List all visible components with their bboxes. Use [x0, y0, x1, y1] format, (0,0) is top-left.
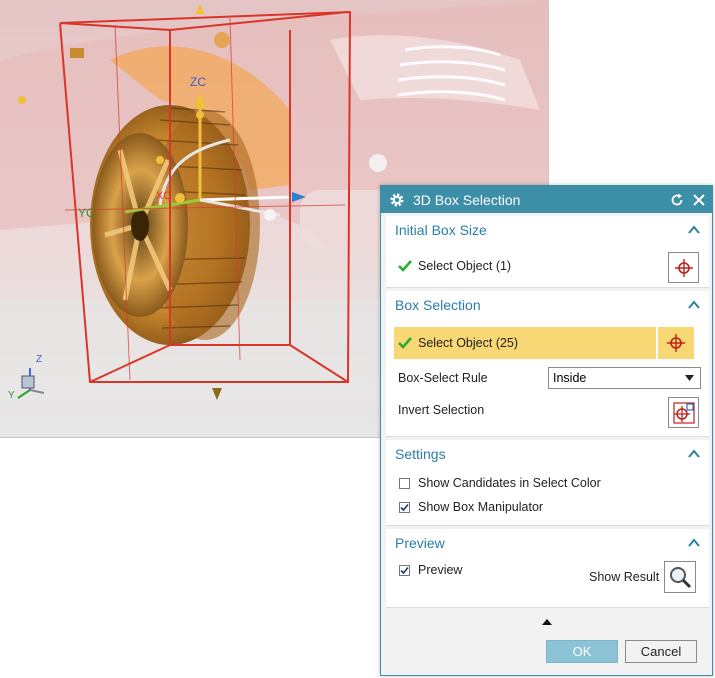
box-select-object-button[interactable]	[658, 327, 694, 359]
preview-title: Preview	[395, 534, 445, 551]
invert-selection-label: Invert Selection	[398, 403, 485, 417]
show-manipulator-row[interactable]: Show Box Manipulator	[394, 500, 543, 514]
preview-header[interactable]: Preview	[386, 529, 709, 556]
settings-header[interactable]: Settings	[386, 440, 709, 467]
box-selection-header[interactable]: Box Selection	[386, 291, 709, 318]
checkmark-icon	[398, 337, 412, 349]
chevron-up-icon	[688, 299, 700, 309]
settings-title: Settings	[395, 445, 446, 462]
initial-box-size-title: Initial Box Size	[395, 221, 487, 238]
chevron-up-icon	[688, 537, 700, 547]
preview-checkbox[interactable]	[399, 564, 410, 576]
invert-selection-icon	[672, 401, 695, 424]
box-select-rule-label: Box-Select Rule	[398, 371, 488, 385]
initial-box-size-header[interactable]: Initial Box Size	[386, 216, 709, 243]
show-result-button[interactable]	[664, 561, 696, 593]
cancel-button[interactable]: Cancel	[625, 640, 697, 663]
chevron-up-icon	[688, 224, 700, 234]
preview-section: Preview Preview Show Result	[386, 529, 709, 608]
close-icon	[693, 193, 705, 206]
initial-select-object-button[interactable]	[668, 252, 699, 283]
initial-box-size-section: Initial Box Size Select Object (1)	[386, 216, 709, 288]
box-selection-dialog: 3D Box Selection Initial Box Size Select…	[380, 185, 713, 676]
triad-y-label: Y	[8, 390, 15, 401]
chevron-up-icon	[688, 448, 700, 458]
box-select-rule-dropdown[interactable]: Inside	[548, 367, 701, 389]
initial-select-object-row[interactable]: Select Object (1)	[394, 251, 694, 281]
xc-axis-label: XC	[156, 190, 172, 202]
ok-button-label: OK	[572, 644, 592, 659]
dropdown-arrow-icon	[685, 375, 694, 381]
yc-axis-label: YC	[78, 206, 95, 220]
show-manipulator-label: Show Box Manipulator	[418, 500, 544, 514]
box-selection-title: Box Selection	[395, 296, 481, 313]
collapse-toggle[interactable]	[381, 616, 712, 628]
preview-row[interactable]: Preview	[394, 563, 462, 577]
checkmark-icon	[398, 260, 412, 272]
checkbox-check-icon	[400, 566, 409, 574]
zc-axis-label: ZC	[190, 75, 206, 89]
close-button[interactable]	[690, 191, 708, 209]
reset-button[interactable]	[668, 191, 686, 209]
expand-up-icon	[541, 619, 552, 625]
invert-selection-button[interactable]	[668, 397, 699, 428]
reset-icon	[671, 193, 683, 205]
show-result-label: Show Result	[589, 570, 660, 584]
show-candidates-label: Show Candidates in Select Color	[418, 476, 601, 490]
checkbox-check-icon	[400, 503, 409, 511]
crosshair-icon	[667, 334, 685, 352]
gear-icon	[390, 193, 404, 206]
box-select-object-label: Select Object (25)	[418, 336, 519, 350]
triad-z-label: Z	[36, 354, 43, 365]
box-selection-section: Box Selection Select Object (25) Box-Sel…	[386, 291, 709, 437]
dialog-titlebar[interactable]: 3D Box Selection	[381, 186, 712, 213]
crosshair-icon	[674, 258, 693, 277]
show-manipulator-checkbox[interactable]	[399, 501, 410, 513]
preview-label: Preview	[418, 563, 463, 577]
show-candidates-row[interactable]: Show Candidates in Select Color	[394, 476, 601, 490]
dialog-title: 3D Box Selection	[413, 191, 521, 208]
box-select-rule-value: Inside	[553, 371, 587, 385]
magnifier-icon	[670, 567, 692, 589]
box-select-object-row[interactable]: Select Object (25)	[394, 327, 656, 359]
initial-select-object-label: Select Object (1)	[418, 259, 512, 273]
show-candidates-checkbox[interactable]	[399, 477, 410, 489]
ok-button[interactable]: OK	[546, 640, 618, 663]
cancel-button-label: Cancel	[640, 644, 682, 659]
settings-section: Settings Show Candidates in Select Color…	[386, 440, 709, 526]
